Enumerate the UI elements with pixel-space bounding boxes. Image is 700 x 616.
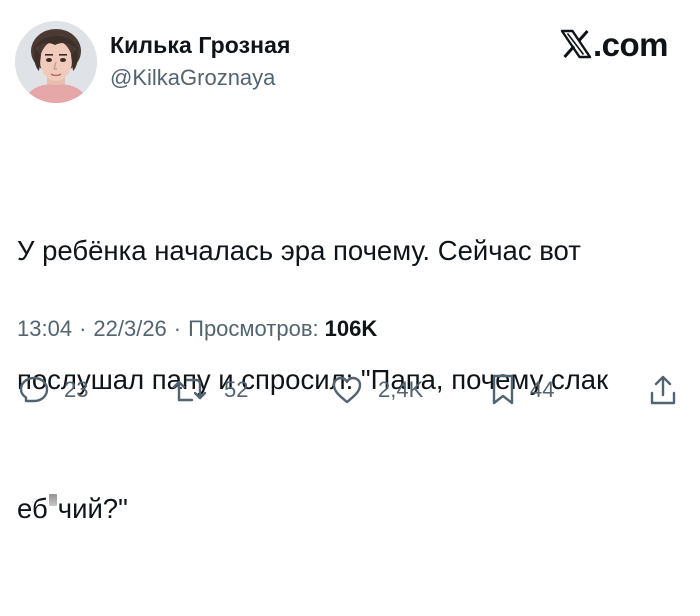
- reply-icon: [18, 374, 50, 406]
- bookmark-button[interactable]: 44: [490, 370, 554, 410]
- x-logo-icon: [560, 29, 592, 59]
- meta-separator: ·: [173, 316, 182, 341]
- brand: .com: [560, 24, 669, 64]
- views-label: Просмотров:: [188, 316, 319, 341]
- reply-count: 23: [64, 377, 89, 402]
- repost-count: 52: [224, 377, 249, 402]
- tweet-date[interactable]: 22/3/26: [93, 316, 166, 342]
- brand-label: .com: [592, 26, 669, 63]
- censored-smudge: [48, 494, 57, 506]
- share-icon: [648, 373, 678, 407]
- like-button[interactable]: 2,4K: [330, 370, 423, 410]
- meta-separator: ·: [79, 316, 87, 341]
- tweet-time[interactable]: 13:04: [17, 316, 72, 342]
- reply-button[interactable]: 23: [18, 370, 88, 410]
- heart-icon: [330, 374, 364, 406]
- avatar[interactable]: [15, 21, 97, 103]
- views-count: 106K: [324, 316, 378, 341]
- display-name[interactable]: Килька Грозная: [110, 32, 291, 59]
- tweet-line-start: еб: [17, 493, 48, 524]
- tweet-meta: 13:04 · 22/3/26 · Просмотров: 106K: [17, 316, 377, 342]
- tweet-line-end: чий?": [57, 493, 128, 524]
- bookmark-count: 44: [530, 377, 555, 402]
- repost-button[interactable]: 52: [170, 370, 248, 410]
- tweet-card: Килька Грозная @KilkaGroznaya .com У реб…: [0, 0, 700, 524]
- share-button[interactable]: [648, 370, 678, 410]
- like-count: 2,4K: [378, 377, 424, 402]
- avatar-photo: [15, 21, 97, 103]
- repost-icon: [170, 374, 210, 406]
- tweet-line: У ребёнка началась эра почему. Сейчас во…: [17, 235, 581, 266]
- bookmark-icon: [490, 373, 516, 407]
- tweet-line: еб чий?": [17, 487, 677, 530]
- action-bar: 23 52 2,4K 44: [0, 370, 700, 410]
- user-handle[interactable]: @KilkaGroznaya: [110, 65, 275, 91]
